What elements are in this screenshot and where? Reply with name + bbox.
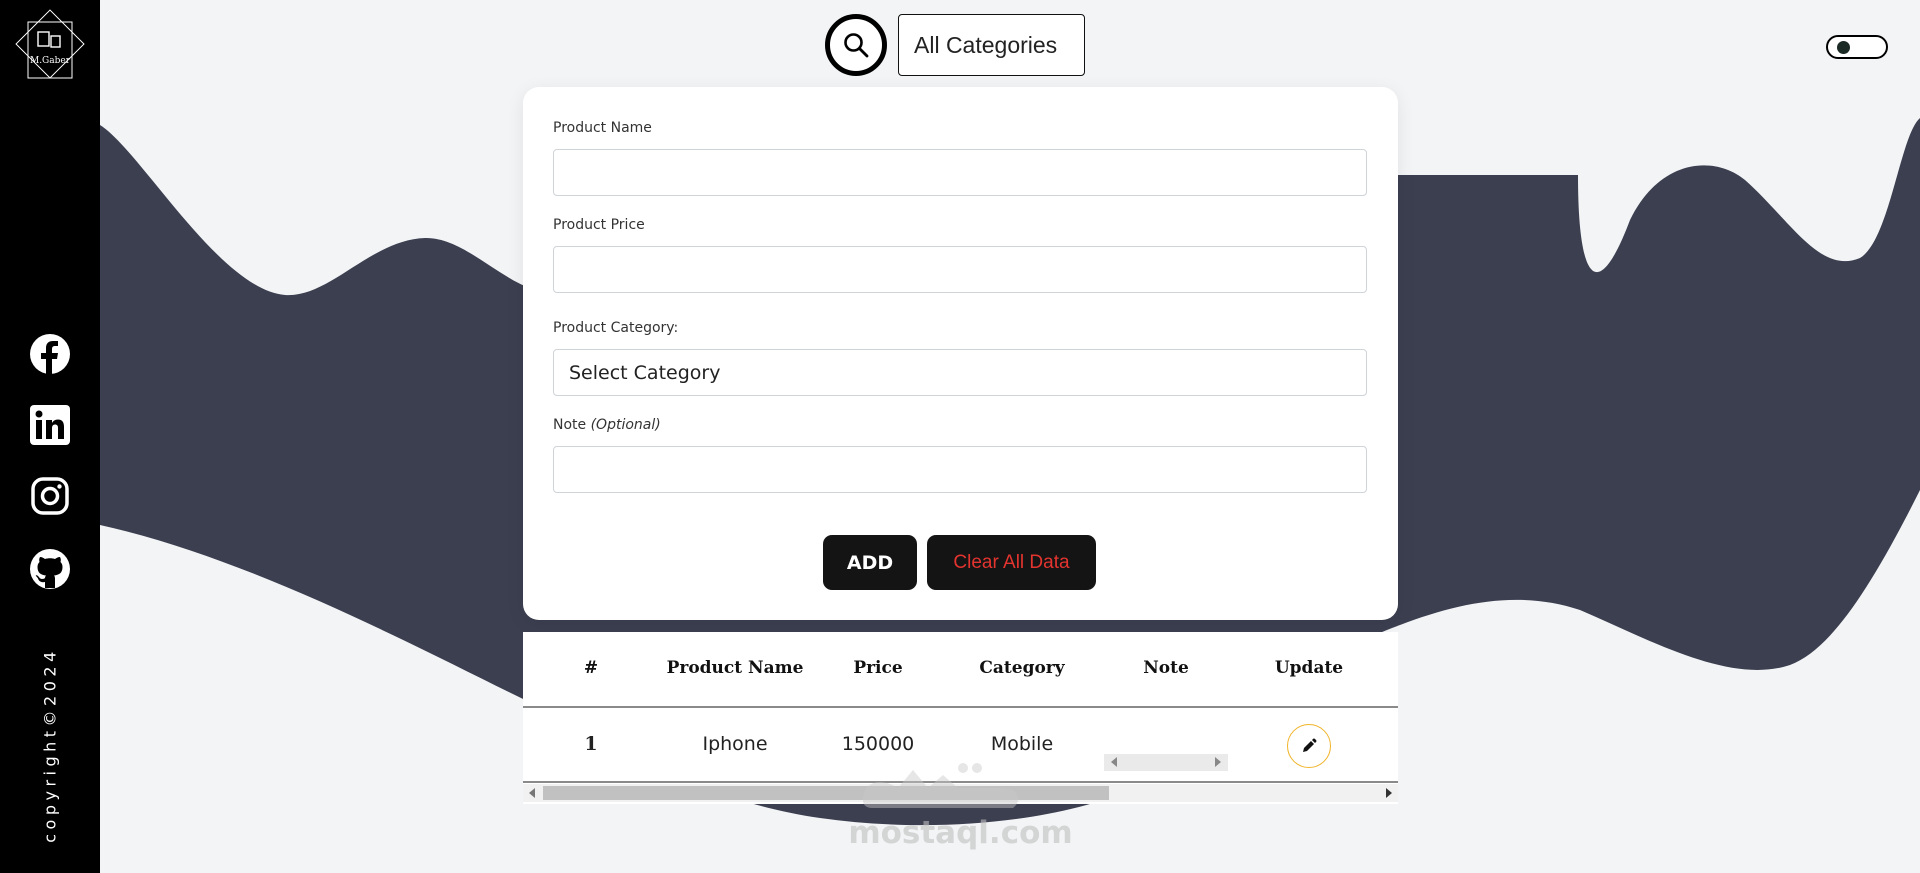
toggle-knob <box>1837 41 1850 54</box>
header-product-name: Product Name <box>666 658 804 678</box>
scroll-left-arrow[interactable] <box>1111 757 1117 767</box>
github-link[interactable] <box>0 548 100 590</box>
product-price-label: Product Price <box>553 217 645 233</box>
note-cell-scrollbar[interactable] <box>1104 754 1228 771</box>
search-icon <box>844 33 869 58</box>
header-index: # <box>583 658 599 678</box>
note-label-text: Note <box>553 417 587 433</box>
product-form: Product Name Product Price Product Categ… <box>523 87 1398 620</box>
copyright-text: copyright©2024 <box>40 647 60 843</box>
facebook-icon <box>30 334 70 374</box>
pencil-icon <box>1303 738 1317 752</box>
add-button[interactable]: ADD <box>823 535 917 590</box>
instagram-icon <box>31 477 69 515</box>
logo-text: M.Gaber <box>30 56 71 66</box>
note-input[interactable] <box>553 446 1367 493</box>
product-category-value: Select Category <box>569 361 721 384</box>
row-product-name: Iphone <box>702 733 768 755</box>
linkedin-link[interactable] <box>0 405 100 445</box>
product-name-input[interactable] <box>553 149 1367 196</box>
header-category: Category <box>979 658 1065 678</box>
header-update: Update <box>1274 658 1344 678</box>
header-divider <box>523 706 1398 708</box>
product-name-label: Product Name <box>553 120 652 136</box>
search-button[interactable] <box>825 14 887 76</box>
table-scroll-left-arrow[interactable] <box>529 788 535 798</box>
product-price-input[interactable] <box>553 246 1367 293</box>
watermark-text: mostaql.com <box>848 815 1073 851</box>
watermark-logo <box>863 763 1019 808</box>
product-category-select[interactable]: Select Category <box>553 349 1367 396</box>
sidebar: M.Gaber copyright©2024 <box>0 0 100 873</box>
note-label: Note (Optional) <box>553 417 661 433</box>
note-optional-text: (Optional) <box>590 417 661 433</box>
theme-toggle[interactable] <box>1826 35 1888 59</box>
header-price: Price <box>853 658 903 678</box>
scroll-right-arrow[interactable] <box>1215 757 1221 767</box>
facebook-link[interactable] <box>0 333 100 375</box>
linkedin-icon <box>30 405 70 445</box>
row-index: 1 <box>584 733 598 755</box>
header-note: Note <box>1143 658 1189 678</box>
table-scroll-right-arrow[interactable] <box>1386 788 1392 798</box>
instagram-link[interactable] <box>0 477 100 515</box>
category-filter-select[interactable]: All Categories <box>898 14 1085 76</box>
github-icon <box>30 549 70 589</box>
logo: M.Gaber <box>15 9 85 79</box>
clear-all-button[interactable]: Clear All Data <box>927 535 1096 590</box>
update-button[interactable] <box>1287 724 1331 768</box>
product-category-label: Product Category: <box>553 320 679 336</box>
